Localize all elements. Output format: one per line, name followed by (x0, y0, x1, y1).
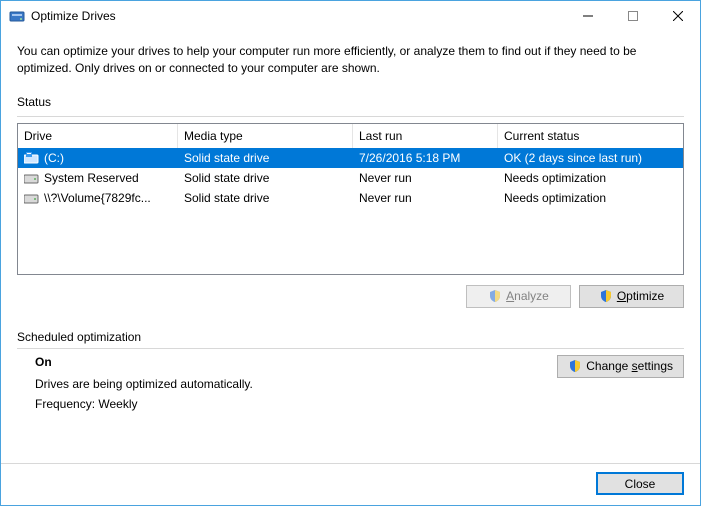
scheduled-status: On (35, 355, 557, 369)
list-header: Drive Media type Last run Current status (18, 124, 683, 148)
minimize-button[interactable] (565, 1, 610, 31)
cell-lastrun: Never run (353, 191, 498, 205)
table-row[interactable]: \\?\Volume{7829fc...Solid state driveNev… (18, 188, 683, 208)
column-drive[interactable]: Drive (18, 124, 178, 148)
scheduled-frequency: Frequency: Weekly (35, 397, 557, 411)
app-icon (9, 8, 25, 24)
cell-drive: System Reserved (18, 171, 178, 185)
drive-list[interactable]: Drive Media type Last run Current status… (17, 123, 684, 275)
column-media-type[interactable]: Media type (178, 124, 353, 148)
close-button[interactable]: Close (596, 472, 684, 495)
cell-lastrun: Never run (353, 171, 498, 185)
action-buttons: Analyze Optimize (17, 285, 684, 308)
drive-icon (24, 152, 40, 164)
cell-drive: \\?\Volume{7829fc... (18, 191, 178, 205)
table-row[interactable]: (C:)Solid state drive7/26/2016 5:18 PMOK… (18, 148, 683, 168)
titlebar: Optimize Drives (1, 1, 700, 31)
scheduled-optimization-section: Scheduled optimization On Drives are bei… (17, 330, 684, 417)
footer: Close (17, 451, 684, 495)
cell-media: Solid state drive (178, 151, 353, 165)
analyze-button: Analyze (466, 285, 571, 308)
shield-icon (599, 289, 613, 303)
status-label: Status (17, 95, 684, 109)
scheduled-divider (17, 348, 684, 349)
cell-status: Needs optimization (498, 171, 683, 185)
optimize-button[interactable]: Optimize (579, 285, 684, 308)
shield-icon (488, 289, 502, 303)
window-controls (565, 1, 700, 31)
cell-media: Solid state drive (178, 191, 353, 205)
column-current-status[interactable]: Current status (498, 124, 683, 148)
maximize-button[interactable] (610, 1, 655, 31)
status-divider (17, 116, 684, 117)
scheduled-description: Drives are being optimized automatically… (35, 377, 557, 391)
table-row[interactable]: System ReservedSolid state driveNever ru… (18, 168, 683, 188)
optimize-drives-window: Optimize Drives You can optimize your dr… (0, 0, 701, 506)
window-title: Optimize Drives (31, 9, 116, 23)
cell-lastrun: 7/26/2016 5:18 PM (353, 151, 498, 165)
content-area: You can optimize your drives to help you… (1, 31, 700, 505)
cell-status: Needs optimization (498, 191, 683, 205)
drive-icon (24, 192, 40, 204)
column-last-run[interactable]: Last run (353, 124, 498, 148)
cell-drive: (C:) (18, 151, 178, 165)
scheduled-label: Scheduled optimization (17, 330, 684, 344)
shield-icon (568, 359, 582, 373)
cell-media: Solid state drive (178, 171, 353, 185)
cell-status: OK (2 days since last run) (498, 151, 683, 165)
change-settings-button[interactable]: Change settings (557, 355, 684, 378)
close-window-button[interactable] (655, 1, 700, 31)
drive-icon (24, 172, 40, 184)
intro-text: You can optimize your drives to help you… (17, 43, 684, 77)
